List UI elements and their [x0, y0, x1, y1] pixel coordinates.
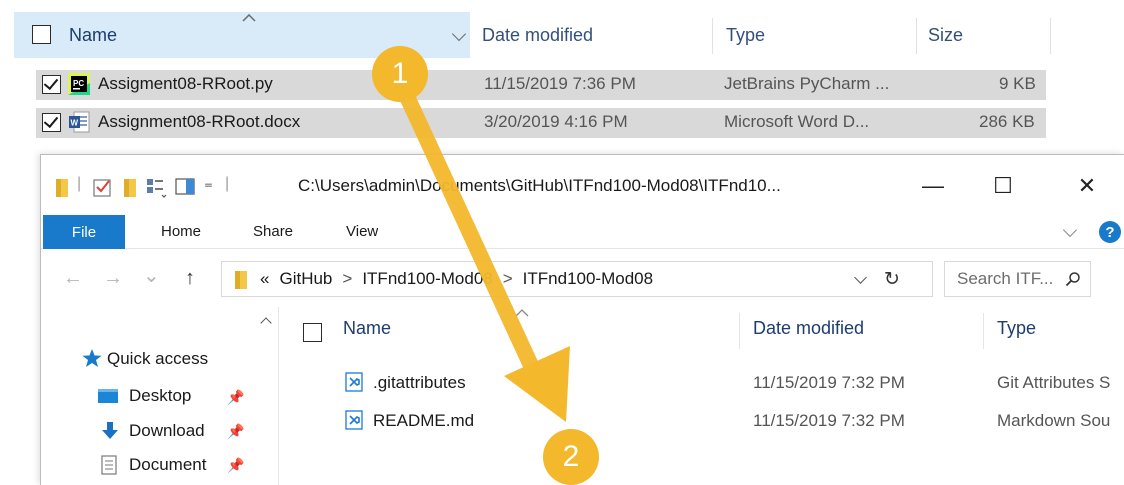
file-row[interactable]: W Assignment08-RRoot.docx 3/20/2019 4:16… — [36, 108, 1046, 138]
properties-icon[interactable] — [93, 177, 113, 197]
new-folder-icon[interactable] — [123, 177, 137, 199]
download-icon — [102, 422, 118, 439]
sort-ascending-icon — [242, 14, 256, 22]
window-title: C:\Users\admin\Documents\GitHub\ITFnd100… — [298, 176, 781, 195]
type-column-label[interactable]: Type — [726, 25, 765, 46]
title-bar[interactable]: | ₌ | C:\Users\admin\Documents\GitHub\IT… — [41, 155, 1124, 213]
tab-share[interactable]: Share — [253, 223, 293, 240]
maximize-button[interactable]: ☐ — [983, 169, 1023, 203]
close-button[interactable]: ✕ — [1067, 169, 1107, 203]
select-all-checkbox[interactable] — [303, 323, 322, 342]
file-name: Assignment08-RRoot.docx — [98, 112, 301, 131]
file-row[interactable]: PC Assigment08-RRoot.py 11/15/2019 7:36 … — [36, 70, 1046, 100]
svg-text:W: W — [71, 119, 79, 128]
file-date: 11/15/2019 7:36 PM — [484, 74, 636, 93]
select-all-checkbox[interactable] — [32, 25, 51, 44]
file-type: Microsoft Word D... — [724, 112, 870, 131]
expand-ribbon-chevron-icon[interactable] — [1062, 222, 1078, 238]
address-history-chevron-icon[interactable] — [854, 271, 867, 284]
vscode-file-icon — [345, 372, 363, 392]
recent-locations-button[interactable]: ⌄ — [143, 263, 160, 288]
breadcrumb-overflow[interactable]: « — [260, 269, 269, 288]
column-divider[interactable] — [739, 313, 740, 349]
file-size: 9 KB — [999, 74, 1036, 93]
scroll-up-arrow-icon[interactable] — [260, 317, 272, 329]
column-divider[interactable] — [712, 18, 713, 54]
help-button[interactable]: ? — [1099, 221, 1121, 243]
customize-toolbar-icon[interactable]: ₌ — [204, 173, 213, 193]
file-name: Assigment08-RRoot.py — [98, 74, 273, 93]
breadcrumb: «GitHub > ITFnd100-Mod08 > ITFnd100-Mod08 — [260, 269, 654, 288]
nav-item-desktop[interactable]: Desktop — [129, 386, 191, 406]
address-bar[interactable]: «GitHub > ITFnd100-Mod08 > ITFnd100-Mod08 ↻ — [221, 261, 933, 297]
folder-icon — [56, 179, 68, 197]
pin-icon: 📌 — [227, 457, 245, 473]
column-divider[interactable] — [1050, 18, 1051, 54]
source-list-header: Name Date modified Type Size — [14, 12, 1054, 58]
size-column-label[interactable]: Size — [928, 25, 963, 46]
file-name: .gitattributes — [373, 373, 466, 392]
back-button[interactable]: ← — [63, 267, 83, 290]
navigation-bar: ← → ⌄ ↑ «GitHub > ITFnd100-Mod08 > ITFnd100-… — [41, 257, 1124, 301]
date-column-label[interactable]: Date modified — [482, 25, 593, 46]
breadcrumb-item[interactable]: GitHub — [279, 269, 332, 288]
navigation-pane: Quick access Desktop 📌 Download 📌 Docume… — [41, 307, 279, 485]
tab-view[interactable]: View — [346, 223, 378, 240]
file-date: 11/15/2019 7:32 PM — [753, 373, 905, 392]
ribbon-tabs: File Home Share View ? — [41, 215, 1124, 249]
tab-file[interactable]: File — [43, 215, 125, 249]
preview-pane-icon[interactable] — [175, 177, 197, 197]
pin-icon: 📌 — [227, 389, 245, 405]
file-type: Markdown Sou — [997, 411, 1111, 430]
pin-icon: 📌 — [227, 423, 245, 439]
name-column-label: Name — [69, 25, 118, 45]
column-divider[interactable] — [983, 313, 984, 349]
document-icon — [101, 455, 117, 475]
sort-ascending-icon — [515, 309, 529, 317]
date-column-label[interactable]: Date modified — [753, 318, 864, 339]
nav-item-documents[interactable]: Document — [129, 455, 206, 475]
name-filter-chevron-icon[interactable] — [451, 26, 467, 42]
svg-text:PC: PC — [73, 79, 84, 88]
column-divider[interactable] — [916, 18, 917, 54]
search-input[interactable]: Search ITF... — [957, 269, 1053, 289]
desktop-icon — [98, 389, 118, 403]
folder-icon — [235, 271, 247, 289]
up-button[interactable]: ↑ — [185, 267, 195, 290]
name-column-label[interactable]: Name — [343, 318, 391, 339]
word-file-icon: W — [69, 111, 90, 133]
file-date: 11/15/2019 7:32 PM — [753, 411, 905, 430]
minimize-button[interactable]: — — [913, 169, 953, 203]
row-checkbox[interactable] — [42, 113, 61, 132]
search-icon[interactable] — [1065, 271, 1081, 287]
row-checkbox[interactable] — [42, 75, 61, 94]
file-date: 3/20/2019 4:16 PM — [484, 112, 628, 131]
breadcrumb-item[interactable]: ITFnd100-Mod08 — [362, 269, 492, 288]
view-options-icon[interactable] — [145, 177, 167, 199]
refresh-button[interactable]: ↻ — [884, 268, 900, 291]
file-size: 286 KB — [979, 112, 1035, 131]
forward-button[interactable]: → — [103, 267, 123, 290]
pycharm-file-icon: PC — [68, 73, 90, 95]
toolbar-separator: | — [77, 175, 82, 192]
breadcrumb-item[interactable]: ITFnd100-Mod08 — [523, 269, 653, 288]
file-row[interactable]: README.md 11/15/2019 7:32 PM Markdown So… — [331, 407, 1124, 435]
file-type: Git Attributes S — [997, 373, 1111, 392]
toolbar-separator: | — [225, 175, 230, 192]
type-column-label[interactable]: Type — [997, 318, 1036, 339]
nav-item-quick-access[interactable]: Quick access — [107, 349, 208, 369]
nav-item-downloads[interactable]: Download — [129, 421, 205, 441]
file-name: README.md — [373, 411, 475, 430]
file-type: JetBrains PyCharm ... — [724, 74, 890, 93]
step-badge-1: 1 — [372, 46, 428, 102]
file-row[interactable]: .gitattributes 11/15/2019 7:32 PM Git At… — [331, 369, 1124, 397]
star-icon — [82, 349, 102, 367]
step-badge-2: 2 — [543, 429, 599, 485]
tab-home[interactable]: Home — [161, 223, 201, 240]
vscode-file-icon — [345, 410, 363, 430]
search-box[interactable]: Search ITF... — [944, 261, 1091, 297]
